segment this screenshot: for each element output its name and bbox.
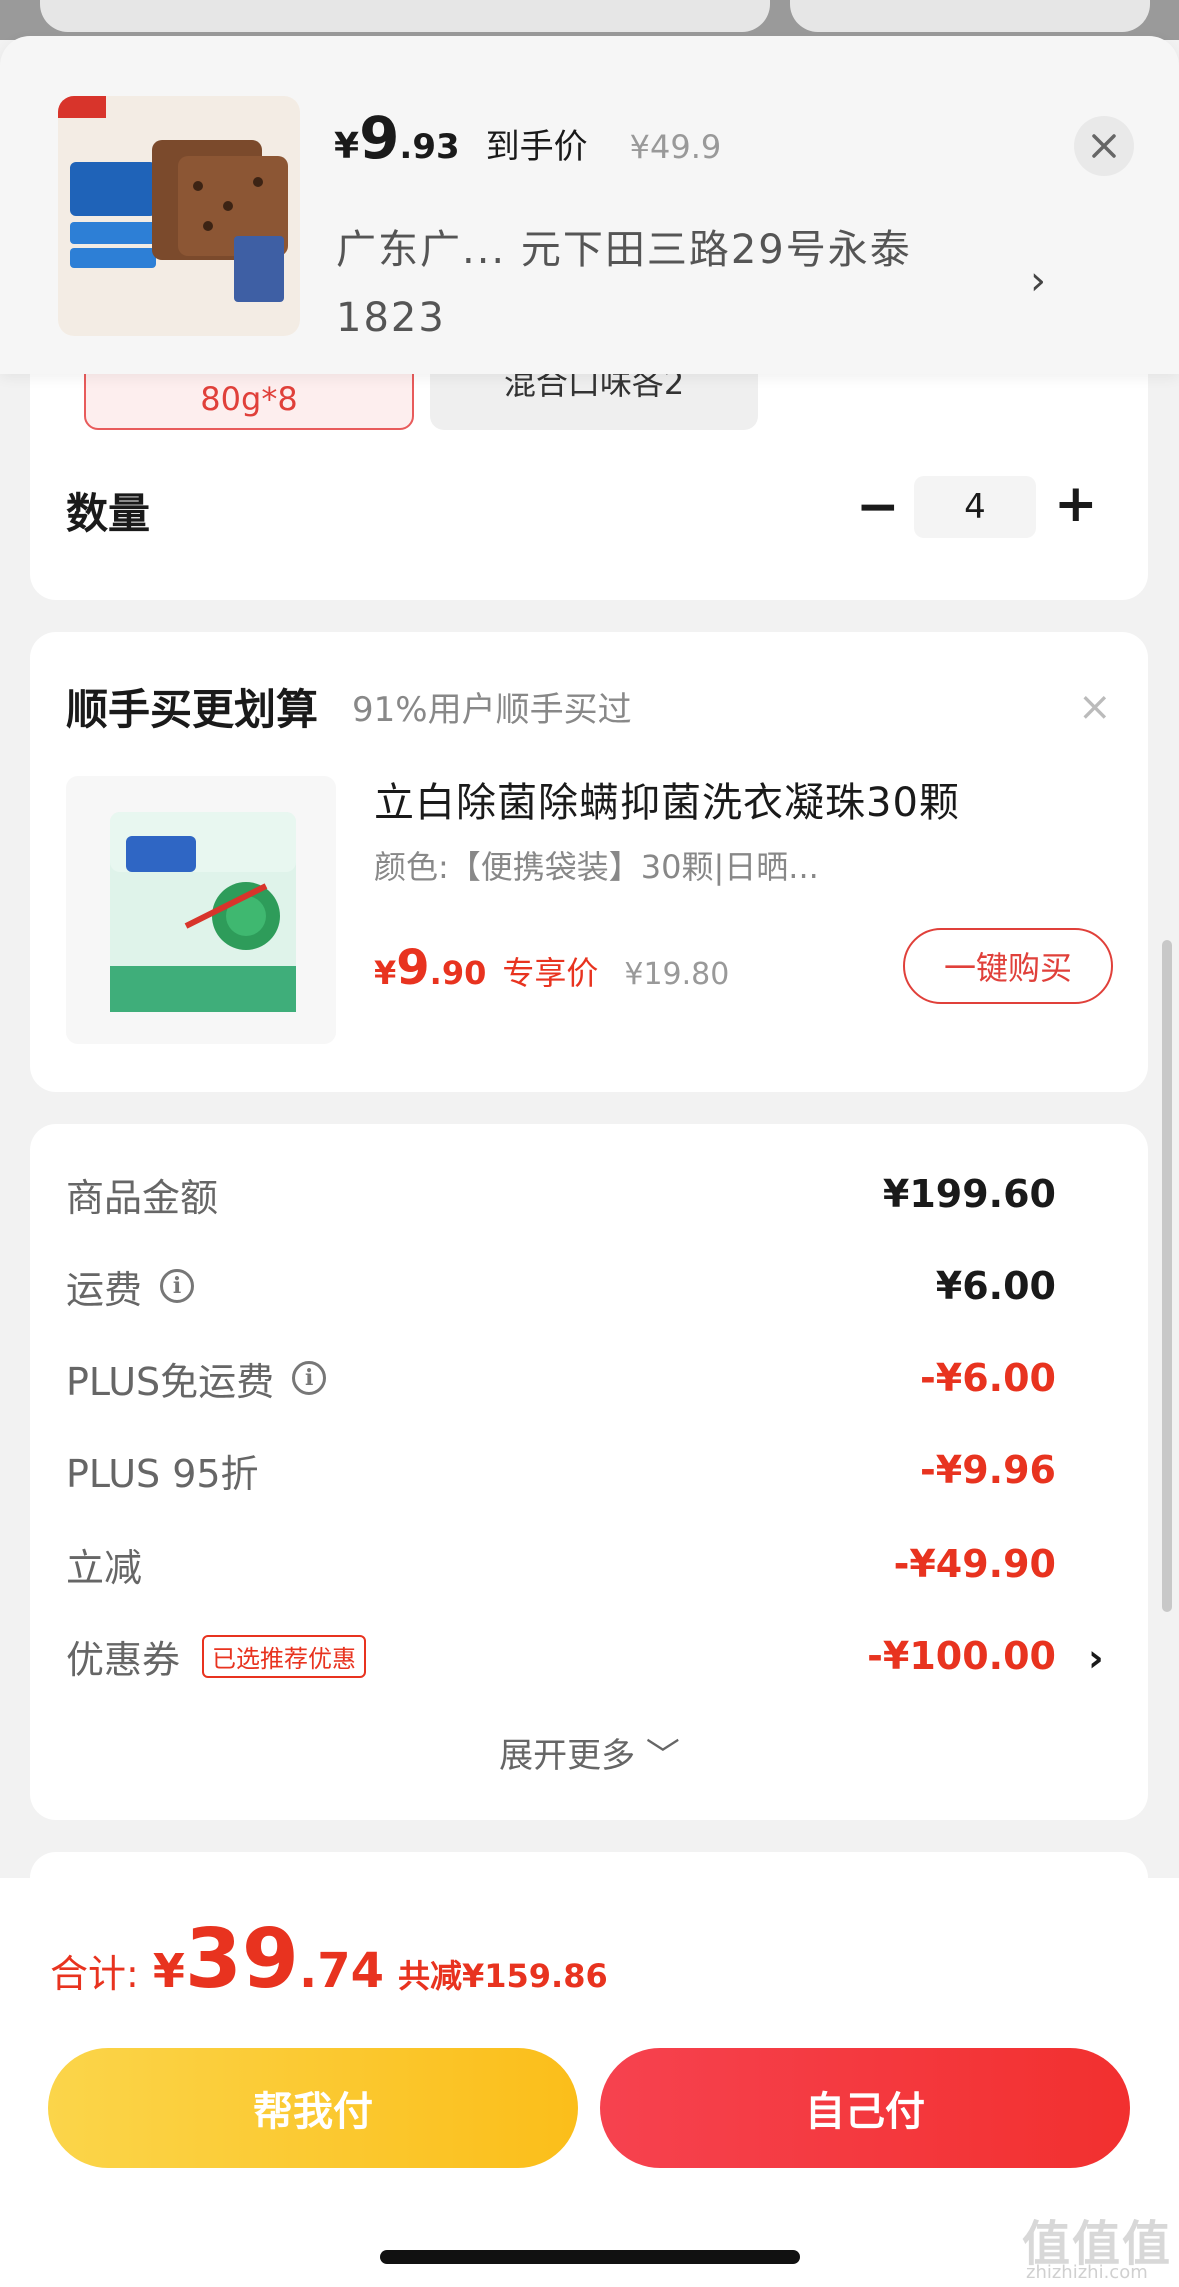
price-symbol: ¥ <box>334 126 360 167</box>
close-icon <box>1092 134 1116 158</box>
quantity-input[interactable]: 4 <box>914 476 1036 538</box>
summary-label: PLUS免运费 <box>66 1359 275 1404</box>
summary-value: ¥199.60 <box>882 1172 1056 1216</box>
summary-row-plus-discount: PLUS 95折 -¥9.96 <box>66 1440 1056 1500</box>
summary-value: -¥6.00 <box>920 1356 1056 1400</box>
summary-row-goods: 商品金额 ¥199.60 <box>66 1164 1056 1224</box>
summary-value: -¥9.96 <box>920 1448 1056 1492</box>
order-total: 合计: ¥ 39 .74 共减¥159.86 <box>50 1912 608 2007</box>
total-label: 合计: <box>50 1952 139 1996</box>
total-decimal: .74 <box>298 1943 384 1999</box>
upsell-product-name[interactable]: 立白除菌除螨抑菌洗衣凝珠30颗 <box>374 770 960 828</box>
home-indicator[interactable] <box>380 2250 800 2264</box>
price-symbol: ¥ <box>374 954 397 992</box>
upsell-close-icon[interactable]: × <box>1078 684 1112 730</box>
price-label: 专享价 <box>502 954 599 992</box>
spec-option-label: 80g*8 <box>200 380 298 418</box>
help-me-pay-button[interactable]: 帮我付 <box>48 2048 578 2168</box>
upsell-title: 顺手买更划算 <box>66 685 319 734</box>
price-label: 到手价 <box>485 127 588 167</box>
backdrop-card <box>790 0 1150 32</box>
summary-label: 优惠券 <box>66 1637 181 1682</box>
summary-row-coupon[interactable]: 优惠券 已选推荐优惠 -¥100.00 <box>66 1626 1056 1686</box>
chevron-right-icon[interactable]: › <box>1088 1636 1104 1680</box>
total-integer: 39 <box>184 1912 299 2007</box>
original-price: ¥19.80 <box>624 957 730 992</box>
total-symbol: ¥ <box>152 1944 185 1998</box>
summary-label: 商品金额 <box>66 1175 219 1220</box>
quantity-label: 数量 <box>66 489 151 538</box>
expand-more-button[interactable]: 展开更多 ﹀ <box>0 1728 1179 1777</box>
scrollbar[interactable] <box>1162 940 1172 1612</box>
summary-row-plus-free-shipping: PLUS免运费 i -¥6.00 <box>66 1348 1056 1408</box>
summary-value: -¥100.00 <box>867 1634 1056 1678</box>
price-decimal: .90 <box>429 954 487 992</box>
summary-value: ¥6.00 <box>935 1264 1056 1308</box>
price-integer: 9 <box>359 104 400 172</box>
product-header: ¥ 9 .93 到手价 ¥49.9 广东广... 元下田三路29号永泰1823 … <box>0 36 1179 374</box>
delivery-address[interactable]: 广东广... 元下田三路29号永泰1823 <box>336 216 996 352</box>
info-icon[interactable]: i <box>292 1361 327 1395</box>
upsell-product-spec: 颜色:【便携袋装】30颗|日晒... <box>374 848 819 886</box>
price-decimal: .93 <box>399 127 460 167</box>
chevron-right-icon[interactable]: › <box>1030 258 1046 304</box>
backdrop-card <box>40 0 770 32</box>
close-button[interactable] <box>1074 116 1134 176</box>
watermark-url: zhizhizhi.com <box>1026 2262 1148 2283</box>
header-price: ¥ 9 .93 到手价 ¥49.9 <box>334 104 721 172</box>
summary-value: -¥49.90 <box>893 1542 1056 1586</box>
summary-row-shipping: 运费 i ¥6.00 <box>66 1256 1056 1316</box>
upsell-product-image[interactable] <box>66 776 336 1044</box>
product-thumbnail <box>58 96 300 336</box>
coupon-tag: 已选推荐优惠 <box>202 1634 367 1678</box>
summary-label: PLUS 95折 <box>66 1451 259 1496</box>
summary-label: 立减 <box>66 1545 143 1590</box>
quantity-decrease-button[interactable]: − <box>856 480 900 534</box>
upsell-subtitle: 91%用户顺手买过 <box>352 690 632 730</box>
info-icon[interactable]: i <box>160 1269 195 1303</box>
original-price: ¥49.9 <box>629 128 722 166</box>
price-integer: 9 <box>396 940 430 996</box>
quantity-increase-button[interactable]: + <box>1054 474 1098 534</box>
summary-row-instant-discount: 立减 -¥49.90 <box>66 1534 1056 1594</box>
total-saving: 共减¥159.86 <box>397 1957 608 1995</box>
pay-myself-button[interactable]: 自己付 <box>600 2048 1130 2168</box>
upsell-price: ¥ 9 .90 专享价 ¥19.80 <box>374 940 729 996</box>
one-click-buy-button[interactable]: 一键购买 <box>903 928 1113 1004</box>
summary-label: 运费 <box>66 1267 143 1312</box>
